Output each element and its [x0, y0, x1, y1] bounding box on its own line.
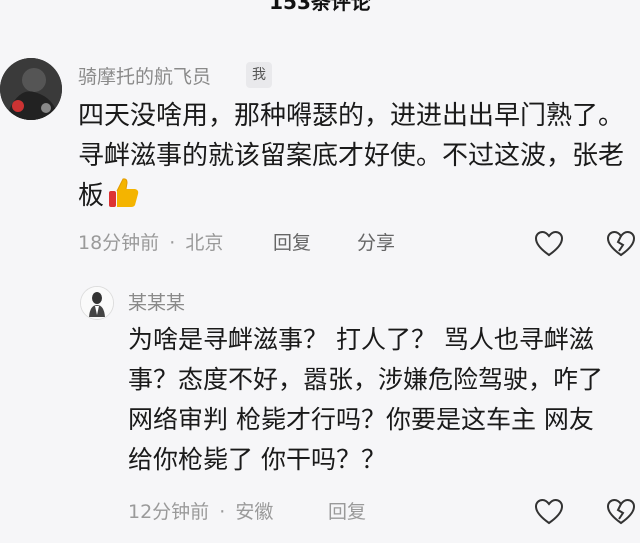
- reply-username[interactable]: 某某某: [128, 288, 185, 315]
- comment-text: 四天没啥用，那种嘚瑟的，进进出出早门熟了。 寻衅滋事的就该留案底才好使。不过这波…: [78, 96, 633, 222]
- me-badge: 我: [246, 62, 272, 88]
- share-button[interactable]: 分享: [357, 228, 395, 255]
- comment-username[interactable]: 骑摩托的航飞员: [78, 62, 211, 89]
- broken-heart-icon[interactable]: [606, 497, 636, 527]
- meta-separator: ·: [219, 501, 226, 523]
- reply-reply-button[interactable]: 回复: [328, 497, 366, 524]
- reply-location: 安徽: [235, 501, 274, 523]
- user-avatar[interactable]: [0, 58, 62, 120]
- heart-icon[interactable]: [534, 229, 564, 259]
- comment-meta: 18分钟前 · 北京: [78, 228, 223, 255]
- meta-separator: ·: [169, 232, 176, 254]
- comment-time: 18分钟前: [78, 232, 160, 254]
- reply-meta: 12分钟前 · 安徽: [128, 497, 273, 524]
- reply-text: 为啥是寻衅滋事？ 打人了？ 骂人也寻衅滋 事？态度不好，嚣张，涉嫌危险驾驶，咋了…: [128, 325, 604, 474]
- reply-button[interactable]: 回复: [273, 228, 311, 255]
- comment-location: 北京: [185, 232, 224, 254]
- thumbs-up-emoji: [106, 176, 140, 222]
- reply-time: 12分钟前: [128, 501, 210, 523]
- comment-body: 四天没啥用，那种嘚瑟的，进进出出早门熟了。 寻衅滋事的就该留案底才好使。不过这波…: [78, 101, 625, 211]
- broken-heart-icon[interactable]: [606, 229, 636, 259]
- comment-count-title: 153条评论: [269, 0, 371, 14]
- reply-user-avatar[interactable]: [80, 286, 114, 320]
- heart-icon[interactable]: [534, 497, 564, 527]
